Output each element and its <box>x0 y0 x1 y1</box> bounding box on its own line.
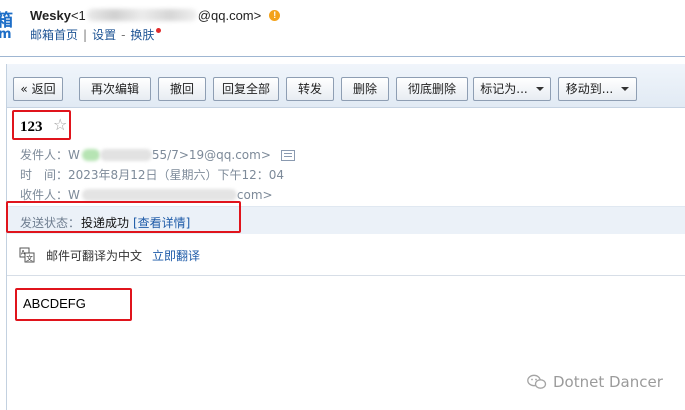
redacted-sender-part <box>99 149 152 161</box>
delete-button[interactable]: 删除 <box>341 77 389 101</box>
mark-as-label: 标记为... <box>480 82 528 96</box>
reply-all-button[interactable]: 回复全部 <box>213 77 279 101</box>
mail-logo[interactable]: 箱 m <box>0 6 14 42</box>
forward-button[interactable]: 转发 <box>286 77 334 101</box>
recipient-label: 收件人： <box>20 188 69 202</box>
change-skin-link[interactable]: 换肤 <box>130 26 154 43</box>
user-name: Wesky <box>30 7 71 23</box>
mailbox-home-link[interactable]: 邮箱首页 <box>30 26 78 43</box>
header-links: 邮箱首页 | 设置 - 换肤 <box>30 26 162 43</box>
star-icon[interactable]: ☆ <box>53 115 67 134</box>
watermark: Dotnet Dancer <box>527 373 663 391</box>
message-header: 123 ☆ 发件人： W 55/7>19@qq.com> 时 间： 2023年8… <box>7 109 685 206</box>
logo-char-2: m <box>0 27 12 42</box>
message-subject: 123 <box>20 119 43 135</box>
recipient-start[interactable]: W <box>68 187 80 203</box>
time-value: 2023年8月12日（星期六）下午12：04 <box>68 168 284 182</box>
settings-link[interactable]: 设置 <box>92 26 116 43</box>
time-row: 时 间： 2023年8月12日（星期六）下午12：04 <box>20 167 284 183</box>
time-label: 时 间： <box>20 168 69 182</box>
translate-icon: 文 A <box>19 247 35 263</box>
contact-card-icon[interactable] <box>280 149 295 161</box>
wechat-icon <box>527 374 547 389</box>
re-edit-button[interactable]: 再次编辑 <box>79 77 151 101</box>
delivery-status-bar: 发送状态： 投递成功 [查看详情] <box>7 206 685 234</box>
chevron-down-icon <box>621 87 630 91</box>
sender-label: 发件人： <box>20 148 69 162</box>
translate-bar: 文 A 邮件可翻译为中文 立即翻译 <box>7 234 685 276</box>
chevron-down-icon <box>535 87 544 91</box>
warning-icon[interactable]: ! <box>269 9 281 21</box>
move-to-dropdown[interactable]: 移动到... <box>558 77 637 101</box>
header-divider <box>0 56 685 57</box>
message-body: ABCDEFG <box>23 296 86 311</box>
recipient-row: 收件人： W com> <box>20 187 273 203</box>
email-suffix: @qq.com> <box>197 7 262 23</box>
mail-toolbar: « 返回 再次编辑 撤回 回复全部 转发 删除 彻底删除 标记为... 移动到.… <box>7 64 685 108</box>
mark-as-dropdown[interactable]: 标记为... <box>473 77 551 101</box>
recipient-end[interactable]: com> <box>237 187 273 203</box>
redacted-recipient <box>81 189 237 201</box>
move-to-label: 移动到... <box>565 82 614 96</box>
mail-read-frame: « 返回 再次编辑 撤回 回复全部 转发 删除 彻底删除 标记为... 移动到.… <box>6 64 685 410</box>
svg-text:文: 文 <box>26 254 33 263</box>
sender-row: 发件人： W 55/7>19@qq.com> <box>20 147 295 163</box>
new-dot-icon <box>156 28 162 33</box>
back-button[interactable]: « 返回 <box>13 77 63 101</box>
watermark-text: Dotnet Dancer <box>553 373 663 391</box>
link-separator: | <box>83 27 88 42</box>
translate-hint: 邮件可翻译为中文 <box>46 249 143 263</box>
view-details-link[interactable]: [查看详情] <box>133 214 190 231</box>
email-prefix: <1 <box>70 7 86 23</box>
delete-permanently-button[interactable]: 彻底删除 <box>396 77 468 101</box>
sender-start[interactable]: W <box>68 147 80 163</box>
redacted-sender-part <box>81 149 100 161</box>
status-value: 投递成功 <box>81 216 130 230</box>
translate-now-link[interactable]: 立即翻译 <box>152 247 200 264</box>
link-separator: - <box>121 27 126 42</box>
sender-end[interactable]: 55/7>19@qq.com> <box>152 147 271 163</box>
recall-button[interactable]: 撤回 <box>158 77 206 101</box>
account-info: Wesky <1 @qq.com> ! <box>30 7 281 23</box>
redacted-email <box>86 9 197 21</box>
status-label: 发送状态： <box>20 216 81 230</box>
